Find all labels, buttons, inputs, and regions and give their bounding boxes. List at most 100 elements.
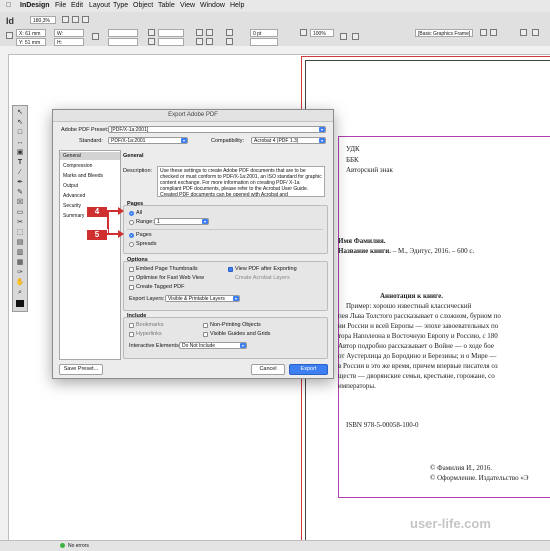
note-tool-icon[interactable]: ▦ (15, 259, 25, 267)
interactive-select[interactable]: Do Not Include ▾ (179, 342, 247, 349)
compatibility-select[interactable]: Acrobat 4 (PDF 1.3) ▾ (251, 137, 326, 144)
nav-compression[interactable]: Compression (60, 162, 120, 170)
rotate-field[interactable] (158, 29, 184, 37)
page-book-line: Название книги. – М., Эдитус, 2016. – 60… (338, 247, 474, 255)
preset-select[interactable]: [PDF/X-1a:2001] ▾ (108, 126, 326, 133)
nav-marks-and-bleeds[interactable]: Marks and Bleeds (60, 172, 120, 180)
preflight-status-icon[interactable] (60, 543, 65, 548)
nav-advanced[interactable]: Advanced (60, 192, 120, 200)
spreads-radio[interactable] (129, 242, 134, 247)
scissors-tool-icon[interactable]: ✂ (15, 219, 25, 227)
gradient-feather-tool-icon[interactable]: ▥ (15, 249, 25, 257)
eyedropper-tool-icon[interactable]: ✑ (15, 269, 25, 277)
text-wrap-icon[interactable] (340, 33, 347, 40)
cancel-button[interactable]: Cancel (251, 364, 285, 375)
y-field[interactable]: Y: 51 mm (16, 38, 46, 46)
page-tool-icon[interactable]: □ (15, 129, 25, 137)
rectangle-frame-tool-icon[interactable]: ☒ (15, 199, 25, 207)
vertical-ruler[interactable] (0, 54, 9, 550)
fill-swatch-icon[interactable] (226, 29, 233, 36)
page-copyright-2: © Оформление. Издательство «Э (430, 474, 529, 482)
non-printing-checkbox[interactable] (203, 323, 208, 328)
quick-apply-icon[interactable] (532, 29, 539, 36)
object-style-select[interactable]: [Basic Graphics Frame] (415, 29, 473, 37)
all-radio[interactable] (129, 211, 134, 216)
pencil-tool-icon[interactable]: ✎ (15, 189, 25, 197)
save-preset-button[interactable]: Save Preset... (59, 364, 103, 375)
menu-view[interactable]: View (180, 2, 195, 9)
scale-y-field[interactable] (108, 38, 138, 46)
x-field[interactable]: X: 61 mm (16, 29, 46, 37)
preflight-status-label[interactable]: No errors (68, 543, 89, 549)
free-transform-tool-icon[interactable]: ⬚ (15, 229, 25, 237)
apple-icon[interactable]:  (6, 2, 11, 9)
zoom-field[interactable]: 180,3% (30, 16, 56, 24)
stroke-swatch-icon[interactable] (226, 38, 233, 45)
menu-layout[interactable]: Layout (89, 2, 110, 9)
menu-indesign[interactable]: InDesign (20, 2, 50, 9)
stroke-type-field[interactable] (250, 38, 278, 46)
zoom-tool-icon[interactable]: ⌕ (15, 289, 25, 297)
shear-field[interactable] (158, 38, 184, 46)
shear-icon[interactable] (148, 38, 155, 45)
select-content-icon[interactable] (206, 38, 213, 45)
auto-fit-icon[interactable] (490, 29, 497, 36)
direct-selection-tool-icon[interactable]: ⇖ (15, 119, 25, 127)
menu-edit[interactable]: Edit (71, 2, 83, 9)
panel-menu-icon[interactable] (520, 29, 527, 36)
rotate-icon[interactable] (148, 29, 155, 36)
bookmarks-checkbox[interactable] (129, 323, 134, 328)
reference-point-icon[interactable] (6, 32, 13, 39)
selection-tool-icon[interactable]: ↖ (15, 109, 25, 117)
nav-output[interactable]: Output (60, 182, 120, 190)
flip-horizontal-icon[interactable] (196, 29, 203, 36)
interactive-value: Do Not Include (182, 343, 216, 349)
menu-file[interactable]: File (55, 2, 66, 9)
opacity-field[interactable]: 100% (310, 29, 334, 37)
type-tool-icon[interactable]: T (15, 159, 25, 167)
rectangle-tool-icon[interactable]: ▭ (15, 209, 25, 217)
hyperlinks-checkbox[interactable] (129, 332, 134, 337)
tagged-pdf-checkbox[interactable] (129, 285, 134, 290)
export-layers-select[interactable]: Visible & Printable Layers ▾ (165, 295, 240, 302)
nav-general[interactable]: General (60, 152, 120, 160)
export-button[interactable]: Export (289, 364, 328, 375)
hand-tool-icon[interactable]: ✋ (15, 279, 25, 287)
fill-stroke-icon[interactable] (16, 300, 24, 307)
arrange-icon[interactable] (72, 16, 79, 23)
description-text[interactable]: Use these settings to create Adobe PDF d… (157, 166, 325, 197)
view-options-icon[interactable] (82, 16, 89, 23)
embed-thumbnails-checkbox[interactable] (129, 267, 134, 272)
menu-window[interactable]: Window (200, 2, 225, 9)
frame-fitting-icon[interactable] (480, 29, 487, 36)
w-field[interactable]: W: (54, 29, 84, 37)
stroke-weight-field[interactable]: 0 pt (250, 29, 278, 37)
bookmarks-label: Bookmarks (136, 322, 164, 328)
flip-vertical-icon[interactable] (206, 29, 213, 36)
view-after-export-checkbox[interactable] (228, 267, 233, 272)
range-radio[interactable] (129, 220, 134, 225)
gap-tool-icon[interactable]: ↔ (15, 139, 25, 147)
optimise-web-checkbox[interactable] (129, 276, 134, 281)
pen-tool-icon[interactable]: ✒ (15, 179, 25, 187)
menu-object[interactable]: Object (133, 2, 153, 9)
menu-help[interactable]: Help (230, 2, 244, 9)
scale-x-field[interactable] (108, 29, 138, 37)
visible-guides-checkbox[interactable] (203, 332, 208, 337)
line-tool-icon[interactable]: ∕ (15, 169, 25, 177)
screen-mode-icon[interactable] (62, 16, 69, 23)
horizontal-ruler[interactable] (0, 46, 550, 55)
select-container-icon[interactable] (196, 38, 203, 45)
range-field[interactable]: 1 ▾ (154, 218, 209, 225)
fitting-icon[interactable] (352, 33, 359, 40)
h-field[interactable]: H: (54, 38, 84, 46)
gradient-tool-icon[interactable]: ▤ (15, 239, 25, 247)
link-icon[interactable] (92, 33, 99, 40)
preset-value: [PDF/X-1a:2001] (111, 127, 149, 133)
effects-icon[interactable] (300, 29, 307, 36)
content-collector-icon[interactable]: ▣ (15, 149, 25, 157)
menu-table[interactable]: Table (158, 2, 175, 9)
pages-radio[interactable] (129, 233, 134, 238)
standard-select[interactable]: PDF/X-1a:2001 ▾ (108, 137, 188, 144)
menu-type[interactable]: Type (113, 2, 128, 9)
